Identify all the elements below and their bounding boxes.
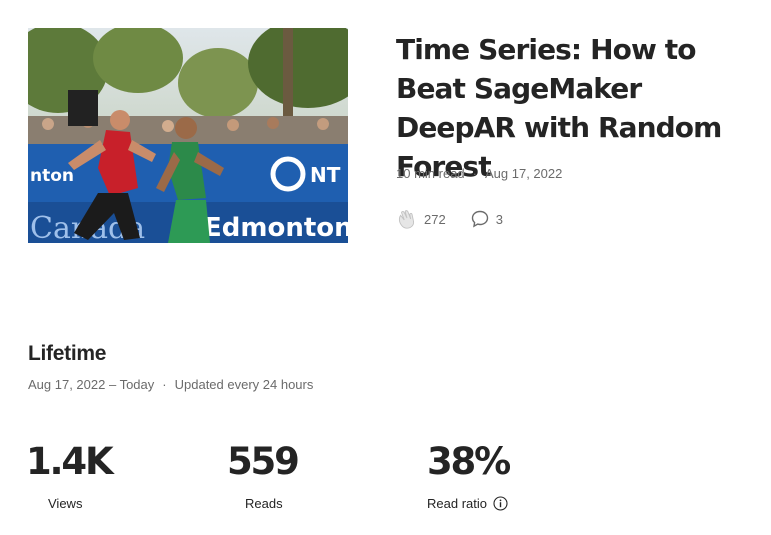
date-range: Aug 17, 2022 – Today bbox=[28, 377, 155, 392]
subtitle-separator: · bbox=[162, 377, 167, 392]
story-title[interactable]: Time Series: How to Beat SageMaker DeepA… bbox=[396, 30, 766, 186]
stat-read-ratio: 38% Read ratio bbox=[427, 440, 577, 511]
read-time: 10 min read bbox=[396, 166, 465, 181]
banner-text-right: NT bbox=[310, 163, 341, 187]
reads-label: Reads bbox=[245, 496, 283, 511]
responses-count: 3 bbox=[495, 211, 503, 227]
stat-reads: 559 Reads bbox=[227, 440, 377, 511]
read-ratio-label: Read ratio bbox=[427, 496, 487, 511]
engagement-row: 272 3 bbox=[396, 208, 503, 230]
claps-button[interactable]: 272 bbox=[396, 208, 446, 230]
speech-bubble-icon bbox=[471, 210, 488, 228]
story-meta: 10 min read · Aug 17, 2022 bbox=[396, 166, 562, 181]
reads-value: 559 bbox=[227, 440, 300, 483]
publish-date: Aug 17, 2022 bbox=[485, 166, 563, 181]
clap-icon bbox=[398, 210, 415, 229]
read-ratio-label-row: Read ratio bbox=[427, 496, 508, 511]
banner-text-left: nton bbox=[30, 166, 74, 186]
story-thumbnail[interactable]: nton NT Canada Edmonton bbox=[28, 28, 348, 243]
claps-count: 272 bbox=[424, 211, 446, 227]
read-ratio-value: 38% bbox=[427, 440, 511, 483]
views-label: Views bbox=[48, 496, 83, 511]
views-value: 1.4K bbox=[26, 440, 114, 483]
lifetime-heading: Lifetime bbox=[28, 342, 107, 365]
info-icon[interactable] bbox=[493, 496, 508, 511]
lifetime-subtitle: Aug 17, 2022 – Today · Updated every 24 … bbox=[28, 377, 313, 392]
update-frequency: Updated every 24 hours bbox=[174, 377, 314, 392]
responses-button[interactable]: 3 bbox=[470, 209, 503, 229]
meta-separator: · bbox=[472, 166, 477, 181]
stat-views: 1.4K Views bbox=[26, 440, 176, 511]
board-text-right: Edmonton bbox=[204, 213, 348, 243]
race-photo: nton NT Canada Edmonton bbox=[28, 28, 348, 243]
